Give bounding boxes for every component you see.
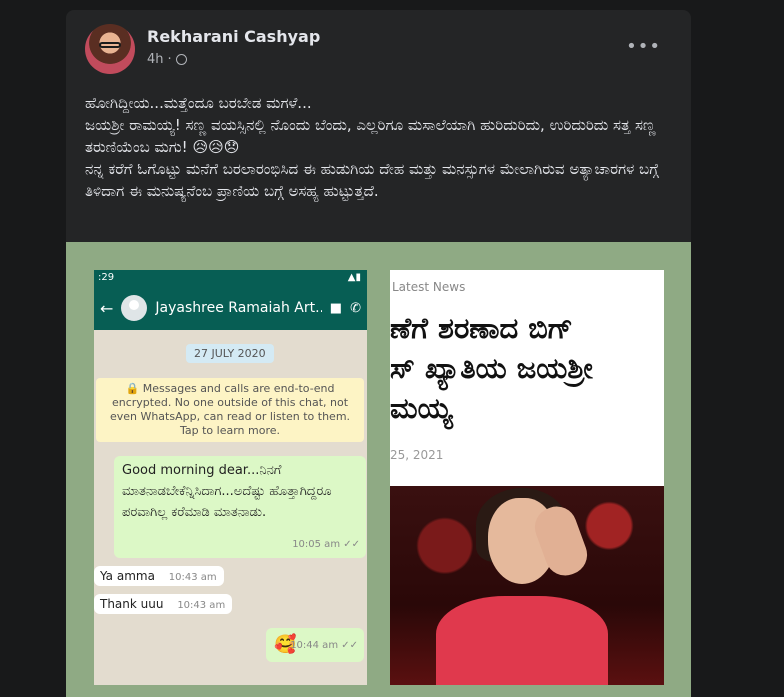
contact-avatar — [121, 295, 148, 321]
headline-line: ಸ್ ಖ್ಯಾತಿಯ ಜಯಶ್ರೀ — [390, 351, 593, 385]
message-text: Ya amma — [100, 569, 155, 583]
globe-icon — [175, 54, 187, 65]
post-time[interactable]: 4h — [147, 52, 164, 67]
status-bar: :29 ▲▮ — [94, 270, 367, 286]
author-name[interactable]: Rekharani Cashyap — [147, 27, 320, 46]
message-bubble: Thank uuu 10:43 am — [94, 594, 232, 614]
news-photo — [390, 486, 664, 685]
headline-line: ಮಯ್ಯ — [390, 391, 453, 425]
glasses-icon — [99, 42, 121, 48]
more-options-icon[interactable]: ••• — [626, 36, 661, 57]
contact-name: Jayashree Ramaiah Art... — [155, 300, 322, 316]
message-bubble: Good morning dear...ನಿನಗೆ ಮಾತನಾಡಬೇಕೆನ್ನಿ… — [114, 456, 366, 558]
chat-header: ← Jayashree Ramaiah Art... ■ ✆ — [94, 286, 367, 330]
post-meta: 4h · — [147, 52, 187, 67]
back-arrow-icon: ← — [100, 298, 114, 318]
message-time: 10:44 am ✓✓ — [290, 640, 358, 651]
news-label: Latest News — [392, 280, 466, 294]
post-media[interactable]: :29 ▲▮ ← Jayashree Ramaiah Art... ■ ✆ 27… — [66, 242, 691, 697]
post-line: ಜಯಶ್ರೀ ರಾಮಯ್ಯ! ಸಣ್ಣ ವಯಸ್ಸಿನಲ್ಲಿ ನೊಂದು ಬೆ… — [85, 116, 656, 156]
news-date: 25, 2021 — [390, 448, 444, 462]
message-bubble: Ya amma 10:43 am — [94, 566, 224, 586]
post-text: ಹೋಗಿದ್ದೀಯ...ಮತ್ತೆಂದೂ ಬರಬೇಡ ಮಗಳೆ... ಜಯಶ್ರ… — [85, 92, 675, 202]
encryption-notice: 🔒 Messages and calls are end-to-end encr… — [96, 378, 364, 442]
headline-line: ಣೆಗೆ ಶರಣಾದ ಬಿಗ್ — [390, 311, 573, 345]
signal-icon: ▲▮ — [347, 272, 361, 283]
post-line: ನನ್ನ ಕರೆಗೆ ಓಗೊಟ್ಟು ಮನೆಗೆ ಬರಲಾರಂಭಿಸಿದ ಈ ಹ… — [85, 160, 659, 200]
news-headline: ಣೆಗೆ ಶರಣಾದ ಬಿಗ್ ಸ್ ಖ್ಯಾತಿಯ ಜಯಶ್ರೀ ಮಯ್ಯ — [390, 308, 593, 428]
message-time: 10:43 am — [168, 572, 217, 583]
status-time: :29 — [98, 272, 115, 283]
chat-date: 27 JULY 2020 — [186, 344, 274, 363]
author-avatar[interactable] — [85, 24, 135, 74]
message-time: 10:05 am ✓✓ — [292, 539, 360, 550]
message-text: Thank uuu — [100, 597, 164, 611]
whatsapp-screenshot[interactable]: :29 ▲▮ ← Jayashree Ramaiah Art... ■ ✆ 27… — [94, 270, 367, 685]
facebook-post: Rekharani Cashyap 4h · ••• ಹೋಗಿದ್ದೀಯ...ಮ… — [66, 10, 691, 697]
message-text: Good morning dear...ನಿನಗೆ ಮಾತನಾಡಬೇಕೆನ್ನಿ… — [122, 463, 332, 520]
message-bubble: 🥰 10:44 am ✓✓ — [266, 628, 364, 662]
phone-icon: ✆ — [350, 300, 361, 316]
photo-dress — [436, 596, 608, 685]
video-call-icon: ■ — [329, 300, 343, 316]
post-line: ಹೋಗಿದ್ದೀಯ...ಮತ್ತೆಂದೂ ಬರಬೇಡ ಮಗಳೆ... — [85, 94, 312, 112]
message-time: 10:43 am — [177, 600, 226, 611]
dot-separator: · — [167, 52, 172, 67]
news-screenshot[interactable]: Latest News ಣೆಗೆ ಶರಣಾದ ಬಿಗ್ ಸ್ ಖ್ಯಾತಿಯ ಜ… — [390, 270, 664, 685]
